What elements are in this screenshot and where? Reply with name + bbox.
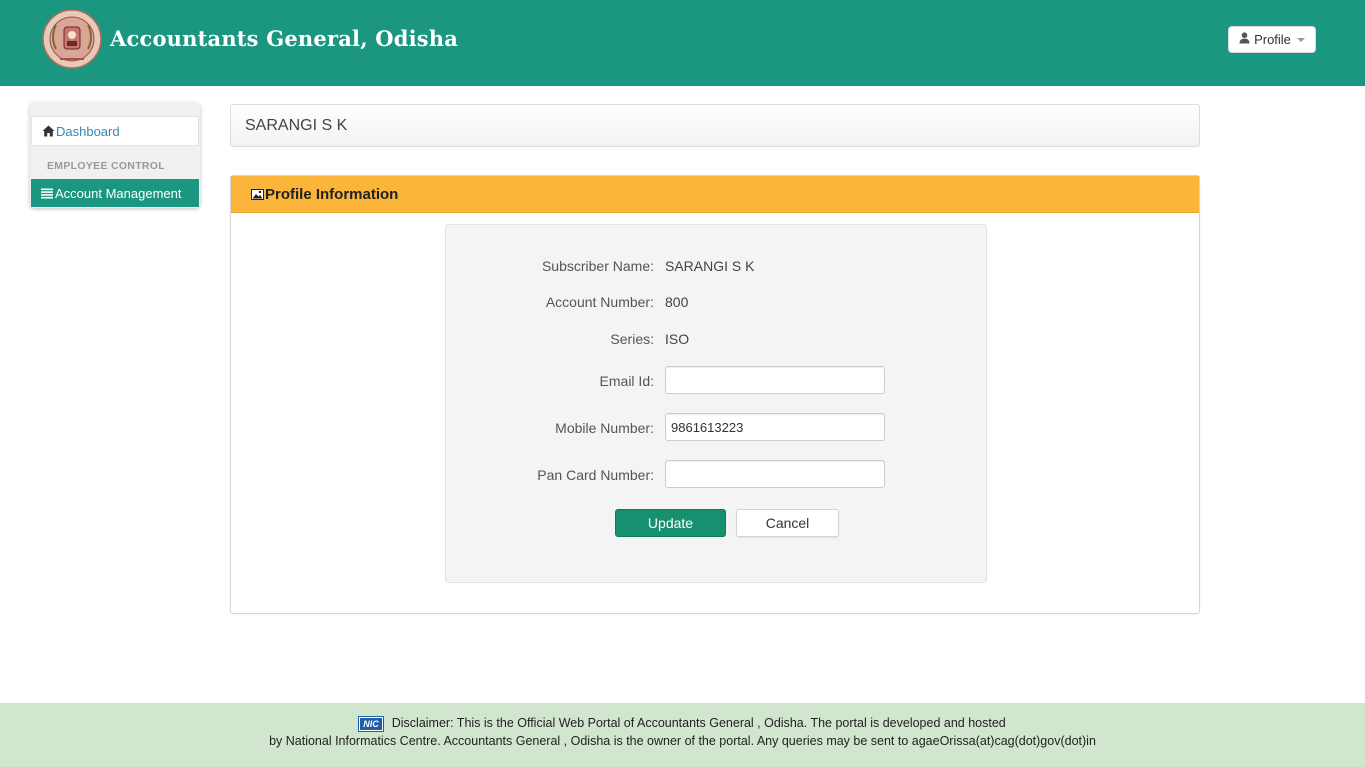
nic-logo: NIC — [358, 715, 384, 732]
sidebar-item-label: Account Management — [55, 185, 182, 201]
series-label: Series: — [610, 331, 654, 347]
panel-title: Profile Information — [265, 185, 399, 203]
sidebar-section-header: EMPLOYEE CONTROL — [47, 160, 165, 172]
series-value: ISO — [665, 331, 690, 347]
footer-line-1: NIC Disclaimer: This is the Official Web … — [0, 714, 1365, 732]
pan-card-label: Pan Card Number: — [537, 467, 654, 483]
email-field[interactable] — [665, 366, 885, 394]
sidebar-item-account-management[interactable]: Account Management — [31, 179, 199, 207]
profile-information-panel: Profile Information Subscriber Name: SAR… — [230, 175, 1200, 614]
profile-button-label: Profile — [1254, 32, 1291, 47]
list-icon — [41, 188, 53, 199]
user-name: SARANGI S K — [245, 116, 348, 134]
disclaimer-text-2: by National Informatics Centre. Accounta… — [269, 734, 1096, 748]
subscriber-name-value: SARANGI S K — [665, 258, 755, 274]
cancel-button[interactable]: Cancel — [736, 509, 839, 537]
site-title: Accountants General, Odisha — [110, 26, 459, 51]
pan-card-field[interactable] — [665, 460, 885, 488]
sidebar: Dashboard EMPLOYEE CONTROL Account Manag… — [30, 103, 200, 208]
user-icon — [1239, 32, 1250, 47]
panel-header: Profile Information — [231, 176, 1199, 213]
account-number-label: Account Number: — [545, 294, 654, 310]
mobile-number-field[interactable] — [665, 413, 885, 441]
user-name-bar: SARANGI S K — [230, 104, 1200, 147]
sidebar-item-dashboard[interactable]: Dashboard — [31, 116, 199, 146]
chevron-down-icon — [1296, 38, 1305, 42]
profile-dropdown-button[interactable]: Profile — [1228, 26, 1316, 53]
profile-form: Subscriber Name: SARANGI S K Account Num… — [445, 224, 987, 583]
mobile-number-label: Mobile Number: — [555, 420, 654, 436]
ag-emblem-logo[interactable] — [42, 9, 102, 71]
account-number-value: 800 — [665, 294, 689, 310]
footer: NIC Disclaimer: This is the Official Web … — [0, 703, 1365, 767]
disclaimer-text-1: Disclaimer: This is the Official Web Por… — [391, 716, 1006, 730]
picture-icon — [251, 188, 264, 200]
update-button[interactable]: Update — [615, 509, 726, 537]
home-icon — [42, 125, 55, 137]
sidebar-item-label: Dashboard — [56, 123, 120, 139]
subscriber-name-label: Subscriber Name: — [541, 258, 654, 274]
email-label: Email Id: — [599, 373, 654, 389]
top-header: Accountants General, Odisha Profile — [0, 0, 1365, 86]
